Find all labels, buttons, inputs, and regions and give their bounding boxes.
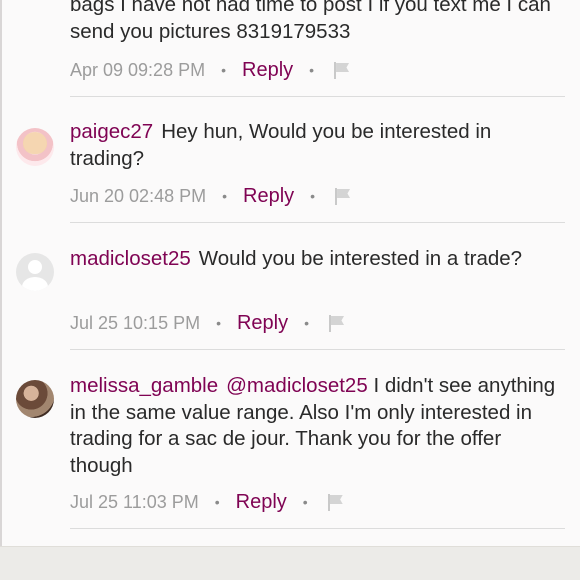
separator-dot: •: [216, 315, 221, 331]
reply-link[interactable]: Reply: [243, 185, 294, 208]
separator-dot: •: [222, 188, 227, 204]
timestamp: Jul 25 10:15 PM: [70, 312, 201, 333]
comment-text: bags I have not had time to post I if yo…: [70, 0, 551, 43]
default-avatar-icon[interactable]: [16, 253, 54, 291]
comment-body: madicloset25 Would you be interested in a…: [70, 246, 565, 273]
avatar[interactable]: [16, 380, 54, 418]
comment-meta: Jul 25 10:15 PM • Reply •: [70, 310, 345, 336]
footer-bar: [0, 546, 580, 580]
comment-meta: Jul 25 11:03 PM • Reply •: [70, 489, 344, 515]
separator-dot: •: [310, 188, 316, 204]
divider: [70, 349, 565, 350]
comment-meta: Apr 09 09:28 PM • Reply •: [70, 57, 350, 83]
divider: [70, 96, 565, 97]
comment-body: paigec27 Hey hun, Would you be interested…: [70, 119, 565, 172]
timestamp: Apr 09 09:28 PM: [70, 59, 206, 80]
separator-dot: •: [304, 315, 310, 331]
separator-dot: •: [302, 494, 308, 510]
reply-link[interactable]: Reply: [237, 312, 288, 335]
mention-link[interactable]: @madicloset25: [226, 374, 368, 397]
timestamp: Jun 20 02:48 PM: [70, 185, 207, 206]
separator-dot: •: [309, 62, 315, 78]
divider: [70, 222, 565, 223]
reply-link[interactable]: Reply: [242, 59, 293, 82]
comment-body: bags I have not had time to post I if yo…: [70, 0, 565, 45]
separator-dot: •: [221, 62, 226, 78]
reply-link[interactable]: Reply: [236, 491, 287, 514]
flag-icon[interactable]: [333, 187, 351, 205]
timestamp: Jul 25 11:03 PM: [70, 491, 199, 512]
username-link[interactable]: madicloset25: [70, 247, 191, 270]
divider: [70, 528, 565, 529]
comment-feed: bags I have not had time to post I if yo…: [0, 0, 580, 546]
comment-text: Would you be interested in a trade?: [198, 247, 523, 270]
separator-dot: •: [214, 494, 220, 510]
avatar[interactable]: [16, 128, 54, 166]
comment-body: melissa_gamble @madicloset25 I didn't see…: [70, 373, 565, 479]
username-link[interactable]: paigec27: [70, 120, 153, 143]
flag-icon[interactable]: [332, 61, 350, 79]
comment-meta: Jun 20 02:48 PM • Reply •: [70, 183, 351, 209]
flag-icon[interactable]: [326, 493, 344, 511]
flag-icon[interactable]: [327, 314, 345, 332]
left-border: [0, 0, 2, 546]
username-link[interactable]: melissa_gamble: [70, 374, 218, 397]
